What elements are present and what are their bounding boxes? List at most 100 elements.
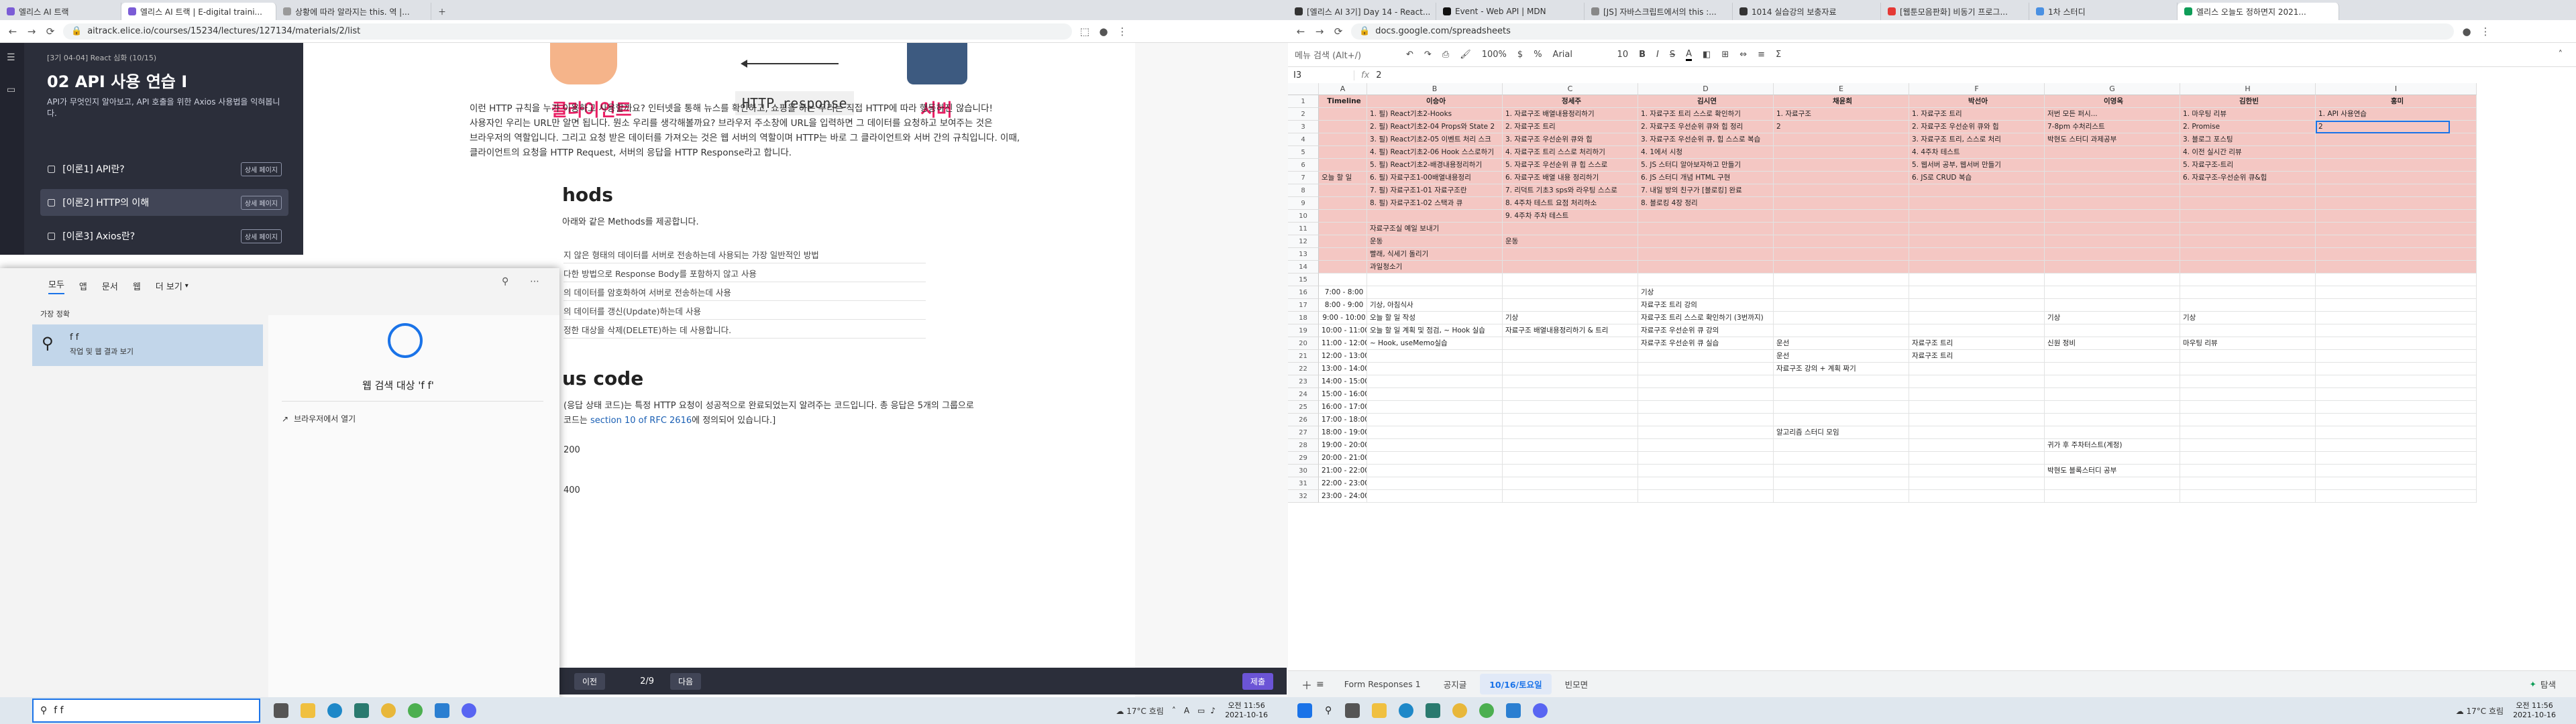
schedule-cell[interactable]	[2180, 350, 2316, 363]
schedule-cell[interactable]	[2180, 452, 2316, 465]
todo-cell[interactable]: 6. JS로 CRUD 복습	[1909, 172, 2045, 184]
schedule-cell[interactable]	[2045, 324, 2180, 337]
schedule-cell[interactable]	[2180, 426, 2316, 439]
timeline-cell[interactable]	[1319, 210, 1367, 223]
todo-cell[interactable]	[2316, 146, 2477, 159]
schedule-cell[interactable]	[1367, 375, 1503, 388]
row-header[interactable]: 26	[1288, 414, 1319, 426]
schedule-cell[interactable]	[1503, 375, 1638, 388]
todo-cell[interactable]	[2180, 235, 2316, 248]
schedule-cell[interactable]	[1909, 299, 2045, 312]
todo-cell[interactable]: 운동	[1503, 235, 1638, 248]
font-select[interactable]: Arial	[1553, 50, 1607, 60]
todo-cell[interactable]: 빨래, 식세기 돌리기	[1367, 248, 1503, 261]
tab-6[interactable]: 1차 스터디	[2029, 3, 2178, 20]
submit-button[interactable]: 제출	[1242, 672, 1273, 690]
search-tab-web[interactable]: 웹	[133, 280, 141, 292]
todo-cell[interactable]: 4. 이전 실시간 리뷰	[2180, 146, 2316, 159]
row-header[interactable]: 29	[1288, 452, 1319, 465]
row-header[interactable]: 24	[1288, 388, 1319, 401]
column-header[interactable]: E	[1774, 83, 1909, 95]
todo-cell[interactable]	[2180, 210, 2316, 223]
row-header[interactable]: 7	[1288, 172, 1319, 184]
menu-search-input[interactable]: 메뉴 검색 (Alt+/)	[1295, 48, 1395, 61]
todo-cell[interactable]	[2045, 210, 2180, 223]
row-header[interactable]: 10	[1288, 210, 1319, 223]
schedule-cell[interactable]	[2180, 299, 2316, 312]
column-header[interactable]: G	[2045, 83, 2180, 95]
schedule-cell[interactable]	[1638, 401, 1774, 414]
sheet-tab-notice[interactable]: 공지글	[1434, 674, 1477, 695]
tab-7[interactable]: 엘리스 오늘도 정하면지 2021...	[2178, 3, 2339, 20]
schedule-cell[interactable]: 자료구조 강의 + 계획 짜기	[1774, 363, 1909, 375]
schedule-cell[interactable]	[2045, 286, 2180, 299]
time-slot-cell[interactable]: 21:00 - 22:00	[1319, 465, 1367, 477]
spreadsheet-grid[interactable]: A B C D E F G H I 1 Timeline 이승아 정세주 김시연 채윤희 박선아 이영옥 김한빈 홍…	[1288, 83, 2576, 670]
profile-icon[interactable]: ●	[2461, 25, 2473, 38]
schedule-cell[interactable]	[2180, 490, 2316, 503]
schedule-cell[interactable]	[2045, 452, 2180, 465]
schedule-cell[interactable]	[2045, 350, 2180, 363]
schedule-cell[interactable]	[2045, 375, 2180, 388]
header-cell[interactable]: 정세주	[1503, 95, 1638, 108]
todo-cell[interactable]: 과일청소기	[1367, 261, 1503, 274]
search-tab-docs[interactable]: 문서	[102, 280, 118, 292]
row-header[interactable]: 14	[1288, 261, 1319, 274]
todo-cell[interactable]	[2180, 184, 2316, 197]
header-cell[interactable]: 박선아	[1909, 95, 2045, 108]
weather-indicator[interactable]: ☁ 17°C 흐림	[1116, 705, 1163, 717]
todo-cell[interactable]	[2045, 184, 2180, 197]
search-box[interactable]: ⚲ f f	[32, 699, 260, 723]
row-header[interactable]: 30	[1288, 465, 1319, 477]
empty-cell[interactable]	[1638, 274, 1774, 286]
row-header[interactable]: 27	[1288, 426, 1319, 439]
time-slot-cell[interactable]: 16:00 - 17:00	[1319, 401, 1367, 414]
todo-cell[interactable]	[1774, 223, 1909, 235]
todo-cell[interactable]	[1909, 223, 2045, 235]
todo-cell[interactable]: 8. 필) 자료구조1-02 스택과 큐	[1367, 197, 1503, 210]
tab-1[interactable]: [엘리스 AI 3기] Day 14 - React...	[1288, 3, 1436, 20]
schedule-cell[interactable]	[2180, 363, 2316, 375]
schedule-cell[interactable]	[1367, 350, 1503, 363]
search-tab-all[interactable]: 모두	[48, 278, 64, 294]
search-more-icon[interactable]: ⋯	[530, 276, 539, 287]
schedule-cell[interactable]	[1638, 363, 1774, 375]
todo-cell[interactable]: 4. 4주차 테스트	[1909, 146, 2045, 159]
todo-cell[interactable]	[1774, 184, 1909, 197]
todo-cell[interactable]: 6. 필) 자료구조1-00배열내용정리	[1367, 172, 1503, 184]
empty-cell[interactable]	[1367, 274, 1503, 286]
all-sheets-icon[interactable]: ≡	[1316, 679, 1324, 690]
schedule-cell[interactable]	[2180, 375, 2316, 388]
schedule-cell[interactable]	[2045, 388, 2180, 401]
row-header[interactable]: 1	[1288, 95, 1319, 108]
todo-cell[interactable]: 2. 자료구조 우선순위 큐와 힙	[1909, 121, 2045, 133]
row-header[interactable]: 16	[1288, 286, 1319, 299]
sheet-tab-1016[interactable]: 10/16/토요일	[1480, 674, 1552, 695]
todo-cell[interactable]: 5. 자료구조 우선순위 큐 힙 스스로	[1503, 159, 1638, 172]
todo-cell[interactable]	[2045, 146, 2180, 159]
todo-cell[interactable]: 6. JS 스터디 개념 HTML 구현	[1638, 172, 1774, 184]
todo-cell[interactable]: 1. 자료구조	[1774, 108, 1909, 121]
explore-button[interactable]: ✦ 탐색	[2530, 678, 2557, 690]
column-header[interactable]: H	[2180, 83, 2316, 95]
schedule-cell[interactable]	[1367, 452, 1503, 465]
todo-cell[interactable]	[2316, 223, 2477, 235]
profile-icon[interactable]: ●	[1097, 25, 1110, 38]
chrome-2-icon[interactable]	[408, 703, 423, 718]
schedule-cell[interactable]	[2045, 363, 2180, 375]
todo-cell[interactable]: 9. 4주차 주차 테스트	[1503, 210, 1638, 223]
font-size-select[interactable]: 10	[1617, 50, 1629, 60]
schedule-cell[interactable]	[1638, 439, 1774, 452]
schedule-cell[interactable]	[2316, 324, 2477, 337]
time-slot-cell[interactable]: 22:00 - 23:00	[1319, 477, 1367, 490]
schedule-cell[interactable]	[1367, 401, 1503, 414]
vscode-icon[interactable]	[435, 703, 449, 718]
todo-cell[interactable]	[1638, 210, 1774, 223]
schedule-cell[interactable]	[1638, 375, 1774, 388]
time-slot-cell[interactable]: 11:00 - 12:00	[1319, 337, 1367, 350]
todo-cell[interactable]: 2. 자료구조 우선순위 큐와 힙 정리	[1638, 121, 1774, 133]
tab-3[interactable]: [JS] 자바스크립트에서의 this :...	[1585, 3, 1733, 20]
right-url-input[interactable]: 🔒 docs.google.com/spreadsheets	[1351, 23, 2454, 40]
file-explorer-icon[interactable]	[301, 703, 315, 718]
time-slot-cell[interactable]: 13:00 - 14:00	[1319, 363, 1367, 375]
